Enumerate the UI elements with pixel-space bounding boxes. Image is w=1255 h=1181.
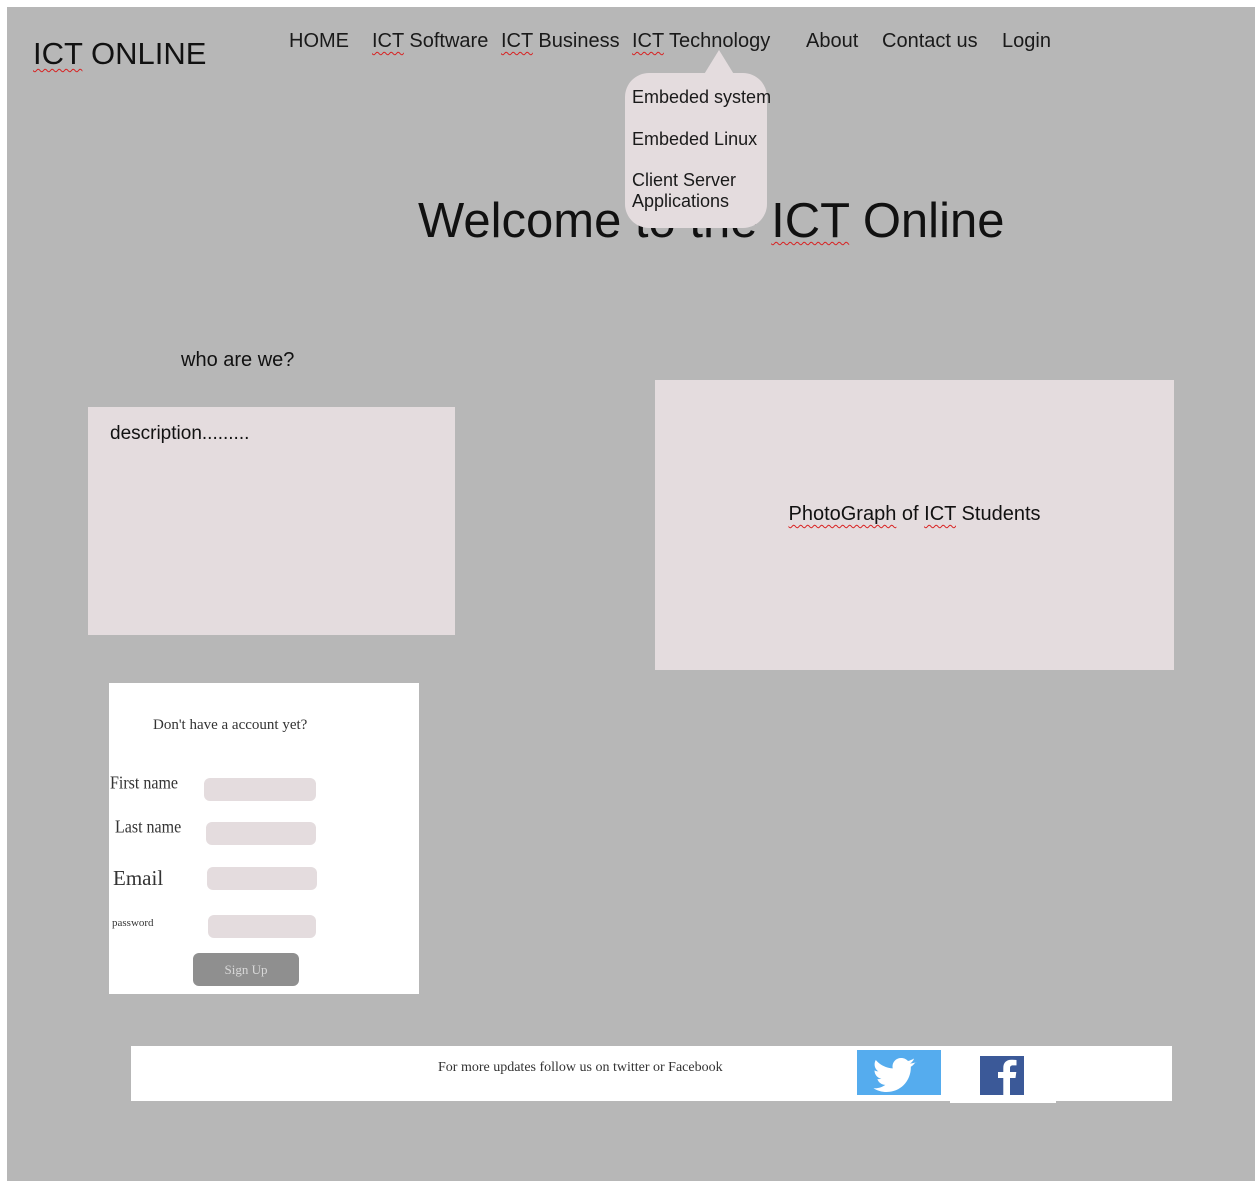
site-logo[interactable]: ICT ONLINE (33, 36, 206, 72)
email-input[interactable] (207, 867, 317, 890)
logo-ict: ICT (33, 36, 83, 71)
nav-contact-us[interactable]: Contact us (882, 30, 978, 53)
dropdown-item-client-server-applications[interactable]: Client Server Applications (632, 170, 736, 212)
photo-word-photograph: PhotoGraph (788, 503, 897, 525)
logo-rest: ONLINE (82, 36, 207, 71)
facebook-icon-underline (950, 1100, 1056, 1103)
nav-ict-technology-ict: ICT (632, 30, 664, 52)
nav-ict-technology[interactable]: ICT Technology (632, 30, 770, 53)
nav-ict-technology-rest: Technology (663, 30, 771, 52)
twitter-bird-icon[interactable] (857, 1050, 941, 1095)
photo-word-of: of (896, 503, 925, 525)
welcome-after: Online (849, 194, 1005, 248)
dropdown-item-line-2: Applications (632, 191, 730, 211)
nav-ict-business[interactable]: ICT Business (501, 30, 620, 53)
dropdown-item-embeded-linux[interactable]: Embeded Linux (632, 129, 757, 150)
last-name-label: Last name (115, 817, 182, 838)
nav-login[interactable]: Login (1002, 30, 1051, 53)
dropdown-item-embeded-system[interactable]: Embeded system (632, 87, 771, 108)
nav-ict-business-ict: ICT (501, 30, 533, 52)
facebook-f-icon-svg (980, 1056, 1024, 1095)
dropdown-item-line-1: Client Server (632, 170, 737, 190)
last-name-input[interactable] (206, 822, 316, 845)
photo-word-students: Students (956, 503, 1041, 525)
nav-about[interactable]: About (806, 30, 858, 53)
nav-ict-software[interactable]: ICT Software (372, 30, 488, 53)
nav-home[interactable]: HOME (289, 30, 349, 53)
first-name-label: First name (110, 773, 178, 794)
photo-word-ict: ICT (924, 503, 956, 525)
footer-text: For more updates follow us on twitter or… (438, 1060, 723, 1075)
password-input[interactable] (208, 915, 316, 938)
password-label: password (112, 917, 154, 929)
sign-up-button[interactable]: Sign Up (193, 953, 299, 986)
nav-ict-software-ict: ICT (372, 30, 404, 52)
nav-ict-software-rest: Software (403, 30, 489, 52)
signup-form-title: Don't have a account yet? (153, 717, 308, 733)
description-text: description......... (110, 423, 250, 444)
who-are-we-heading: who are we? (181, 349, 295, 371)
first-name-input[interactable] (204, 778, 316, 801)
twitter-bird-icon-svg (873, 1058, 917, 1092)
welcome-ict: ICT (771, 194, 850, 248)
email-label: Email (113, 866, 164, 890)
facebook-f-icon[interactable] (980, 1056, 1024, 1095)
photo-caption: PhotoGraph of ICT Students (655, 503, 1174, 526)
nav-ict-business-rest: Business (532, 30, 620, 52)
